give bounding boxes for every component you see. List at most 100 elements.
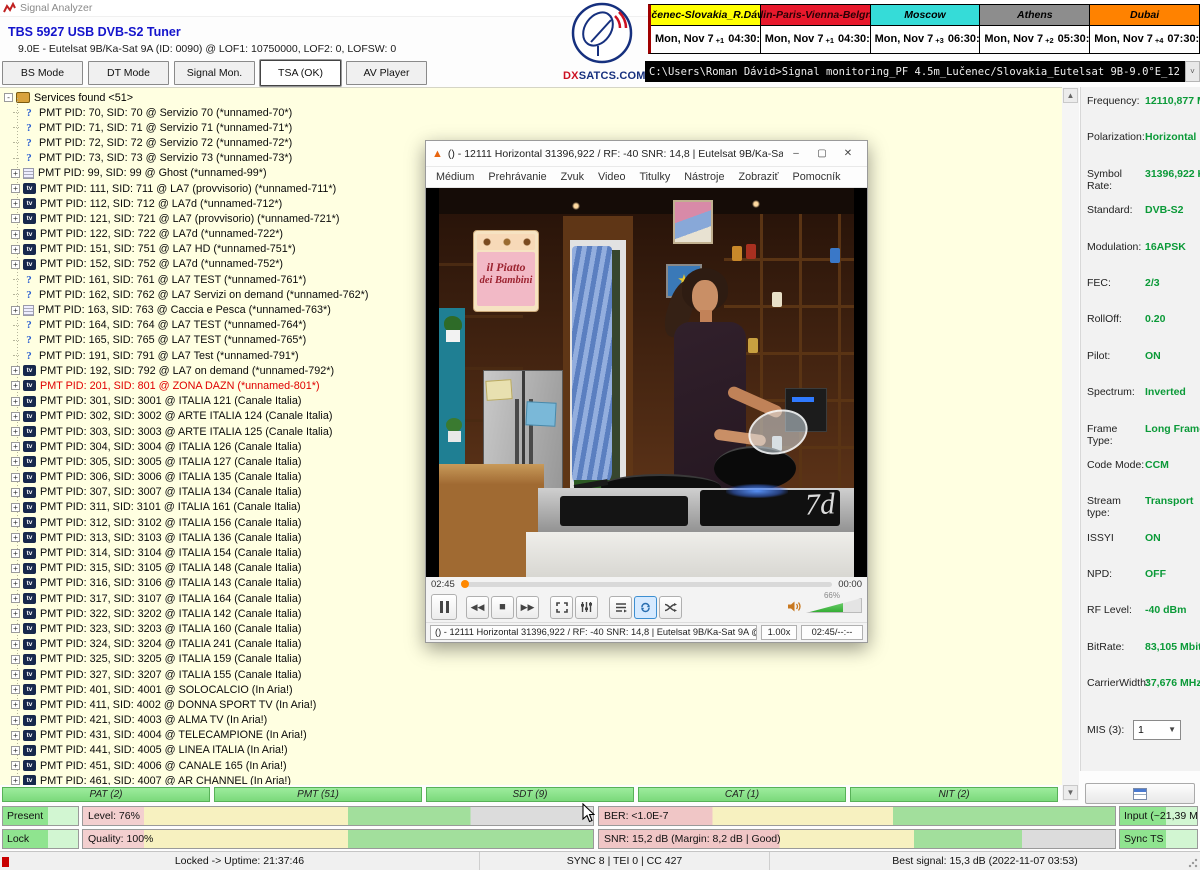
- tree-expander[interactable]: +: [11, 412, 20, 421]
- tree-expander[interactable]: +: [11, 503, 20, 512]
- service-label[interactable]: PMT PID: 201, SID: 801 @ ZONA DAZN (*unn…: [40, 380, 320, 392]
- tree-expander[interactable]: +: [11, 761, 20, 770]
- service-label[interactable]: PMT PID: 316, SID: 3106 @ ITALIA 143 (Ca…: [40, 577, 301, 589]
- tree-expander[interactable]: +: [11, 731, 20, 740]
- volume-slider[interactable]: [806, 598, 862, 613]
- service-label[interactable]: PMT PID: 305, SID: 3005 @ ITALIA 127 (Ca…: [40, 456, 301, 468]
- previous-button[interactable]: ◀◀: [466, 596, 489, 619]
- vlc-menu-item[interactable]: Médium: [429, 171, 481, 183]
- tab-bs-mode[interactable]: BS Mode: [2, 61, 83, 85]
- tree-expander[interactable]: +: [11, 624, 20, 633]
- service-label[interactable]: PMT PID: 72, SID: 72 @ Servizio 72 (*unn…: [39, 137, 292, 149]
- mis-dropdown[interactable]: 1 ▼: [1133, 720, 1181, 740]
- service-label[interactable]: PMT PID: 151, SID: 751 @ LA7 HD (*unname…: [40, 243, 296, 255]
- vlc-menu-item[interactable]: Pomocník: [786, 171, 848, 183]
- service-row[interactable]: + tv PMT PID: 441, SID: 4005 @ LINEA ITA…: [4, 743, 1062, 758]
- tree-expander[interactable]: +: [11, 533, 20, 542]
- tree-expander[interactable]: +: [11, 306, 20, 315]
- tree-expander[interactable]: +: [11, 685, 20, 694]
- tree-expander[interactable]: +: [11, 184, 20, 193]
- fullscreen-button[interactable]: [550, 596, 573, 619]
- vlc-menu-item[interactable]: Zobraziť: [731, 171, 785, 183]
- tab-signal-mon-[interactable]: Signal Mon.: [174, 61, 255, 85]
- service-row[interactable]: + tv PMT PID: 411, SID: 4002 @ DONNA SPO…: [4, 697, 1062, 712]
- service-label[interactable]: PMT PID: 324, SID: 3204 @ ITALIA 241 (Ca…: [40, 638, 301, 650]
- video-area[interactable]: il Piatto dei Bambini ★ 7: [426, 188, 867, 577]
- tree-expander[interactable]: +: [11, 230, 20, 239]
- service-label[interactable]: PMT PID: 122, SID: 722 @ LA7d (*unnamed-…: [40, 228, 283, 240]
- vlc-time-display[interactable]: 02:45/--:--: [801, 625, 863, 640]
- service-label[interactable]: PMT PID: 121, SID: 721 @ LA7 (provvisori…: [40, 213, 339, 225]
- tree-expander[interactable]: +: [11, 640, 20, 649]
- service-label[interactable]: PMT PID: 165, SID: 765 @ LA7 TEST (*unna…: [39, 334, 306, 346]
- service-label[interactable]: PMT PID: 301, SID: 3001 @ ITALIA 121 (Ca…: [40, 395, 301, 407]
- service-label[interactable]: PMT PID: 317, SID: 3107 @ ITALIA 164 (Ca…: [40, 593, 301, 605]
- tree-expander[interactable]: +: [11, 397, 20, 406]
- tab-tsa-ok-[interactable]: TSA (OK): [260, 60, 341, 86]
- tree-expander[interactable]: +: [11, 594, 20, 603]
- service-label[interactable]: PMT PID: 313, SID: 3103 @ ITALIA 136 (Ca…: [40, 532, 301, 544]
- service-label[interactable]: PMT PID: 325, SID: 3205 @ ITALIA 159 (Ca…: [40, 653, 301, 665]
- service-label[interactable]: PMT PID: 164, SID: 764 @ LA7 TEST (*unna…: [39, 319, 306, 331]
- seek-bar[interactable]: [461, 582, 832, 587]
- service-row[interactable]: + tv PMT PID: 327, SID: 3207 @ ITALIA 15…: [4, 667, 1062, 682]
- service-label[interactable]: PMT PID: 431, SID: 4004 @ TELECAMPIONE (…: [40, 729, 307, 741]
- tree-expander[interactable]: +: [11, 214, 20, 223]
- console-scroll-button[interactable]: ˅: [1185, 61, 1200, 82]
- service-label[interactable]: PMT PID: 70, SID: 70 @ Servizio 70 (*unn…: [39, 107, 292, 119]
- service-label[interactable]: PMT PID: 307, SID: 3007 @ ITALIA 134 (Ca…: [40, 486, 301, 498]
- service-label[interactable]: PMT PID: 71, SID: 71 @ Servizio 71 (*unn…: [39, 122, 292, 134]
- service-row[interactable]: + tv PMT PID: 451, SID: 4006 @ CANALE 16…: [4, 758, 1062, 773]
- tree-expander[interactable]: +: [11, 579, 20, 588]
- next-button[interactable]: ▶▶: [516, 596, 539, 619]
- service-label[interactable]: PMT PID: 302, SID: 3002 @ ARTE ITALIA 12…: [40, 410, 332, 422]
- vlc-menu-item[interactable]: Titulky: [632, 171, 677, 183]
- tree-expander[interactable]: +: [11, 473, 20, 482]
- service-label[interactable]: PMT PID: 441, SID: 4005 @ LINEA ITALIA (…: [40, 744, 288, 756]
- service-label[interactable]: PMT PID: 323, SID: 3203 @ ITALIA 160 (Ca…: [40, 623, 301, 635]
- tree-expander[interactable]: +: [11, 488, 20, 497]
- tree-expander[interactable]: +: [11, 457, 20, 466]
- tree-expander[interactable]: +: [11, 260, 20, 269]
- tree-expander[interactable]: +: [11, 199, 20, 208]
- export-button[interactable]: [1085, 783, 1195, 804]
- playback-rate[interactable]: 1.00x: [761, 625, 797, 640]
- tab-av-player[interactable]: AV Player: [346, 61, 427, 85]
- tree-scrollbar[interactable]: ▲ ▼: [1062, 87, 1079, 801]
- loop-button[interactable]: [634, 596, 657, 619]
- vlc-menu-item[interactable]: Nástroje: [677, 171, 731, 183]
- service-label[interactable]: PMT PID: 421, SID: 4003 @ ALMA TV (In Ar…: [40, 714, 267, 726]
- tab-dt-mode[interactable]: DT Mode: [88, 61, 169, 85]
- tree-expander[interactable]: +: [11, 549, 20, 558]
- vlc-titlebar[interactable]: ▲ () - 12111 Horizontal 31396,922 / RF: …: [426, 141, 867, 167]
- tree-expander[interactable]: +: [11, 746, 20, 755]
- resize-grip[interactable]: [1188, 858, 1198, 868]
- tree-expander[interactable]: +: [11, 670, 20, 679]
- service-label[interactable]: PMT PID: 112, SID: 712 @ LA7d (*unnamed-…: [40, 198, 282, 210]
- service-label[interactable]: PMT PID: 192, SID: 792 @ LA7 on demand (…: [40, 365, 334, 377]
- service-label[interactable]: PMT PID: 111, SID: 711 @ LA7 (provvisori…: [40, 183, 336, 195]
- service-label[interactable]: PMT PID: 401, SID: 4001 @ SOLOCALCIO (In…: [40, 684, 293, 696]
- shuffle-button[interactable]: [659, 596, 682, 619]
- tree-expander[interactable]: +: [11, 716, 20, 725]
- service-label[interactable]: PMT PID: 312, SID: 3102 @ ITALIA 156 (Ca…: [40, 517, 301, 529]
- vlc-menu-item[interactable]: Video: [591, 171, 632, 183]
- tree-expander[interactable]: +: [11, 442, 20, 451]
- playlist-button[interactable]: [609, 596, 632, 619]
- volume-icon[interactable]: [787, 600, 801, 613]
- service-label[interactable]: PMT PID: 306, SID: 3006 @ ITALIA 135 (Ca…: [40, 471, 301, 483]
- service-label[interactable]: PMT PID: 163, SID: 763 @ Caccia e Pesca …: [38, 304, 331, 316]
- service-label[interactable]: PMT PID: 304, SID: 3004 @ ITALIA 126 (Ca…: [40, 441, 301, 453]
- vlc-maximize-button[interactable]: ▢: [809, 143, 835, 165]
- service-label[interactable]: PMT PID: 327, SID: 3207 @ ITALIA 155 (Ca…: [40, 669, 301, 681]
- tree-expander[interactable]: +: [11, 169, 20, 178]
- console-path[interactable]: C:\Users\Roman Dávid>Signal monitoring_P…: [645, 61, 1185, 82]
- seek-knob[interactable]: [461, 580, 469, 588]
- service-row[interactable]: + ? PMT PID: 71, SID: 71 @ Servizio 71 (…: [4, 120, 1062, 135]
- pause-button[interactable]: [431, 594, 457, 620]
- service-label[interactable]: PMT PID: 162, SID: 762 @ LA7 Servizi on …: [39, 289, 368, 301]
- service-label[interactable]: PMT PID: 314, SID: 3104 @ ITALIA 154 (Ca…: [40, 547, 301, 559]
- service-label[interactable]: PMT PID: 451, SID: 4006 @ CANALE 165 (In…: [40, 760, 287, 772]
- tree-expander[interactable]: +: [11, 366, 20, 375]
- service-label[interactable]: PMT PID: 161, SID: 761 @ LA7 TEST (*unna…: [39, 274, 306, 286]
